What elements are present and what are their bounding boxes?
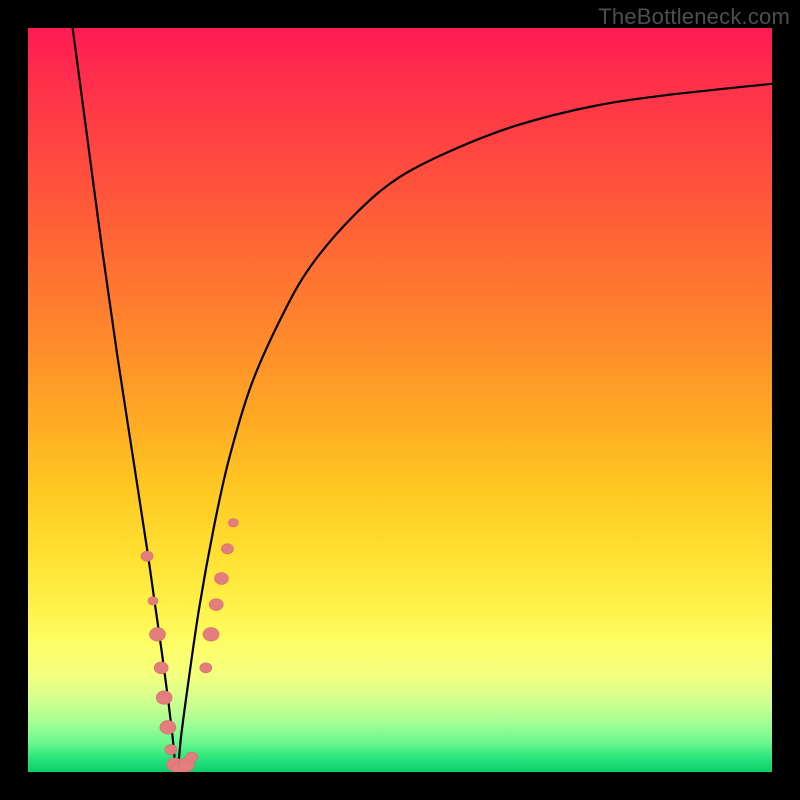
- highlight-marker: [214, 573, 228, 585]
- highlight-marker: [156, 691, 172, 705]
- chart-overlay-svg: [28, 28, 772, 772]
- watermark-text: TheBottleneck.com: [598, 4, 790, 30]
- bottleneck-curve: [73, 28, 772, 772]
- highlight-marker: [228, 519, 238, 528]
- highlight-marker: [160, 721, 176, 735]
- highlight-markers: [141, 519, 238, 772]
- highlight-marker: [221, 544, 233, 554]
- highlight-marker: [200, 663, 212, 673]
- highlight-marker: [203, 628, 219, 642]
- chart-frame: TheBottleneck.com: [0, 0, 800, 800]
- plot-area: [28, 28, 772, 772]
- highlight-marker: [148, 597, 158, 606]
- highlight-marker: [149, 628, 165, 642]
- highlight-marker: [209, 599, 223, 611]
- highlight-marker: [141, 551, 153, 561]
- highlight-marker: [154, 662, 168, 674]
- highlight-marker: [165, 745, 177, 755]
- highlight-marker: [186, 752, 198, 762]
